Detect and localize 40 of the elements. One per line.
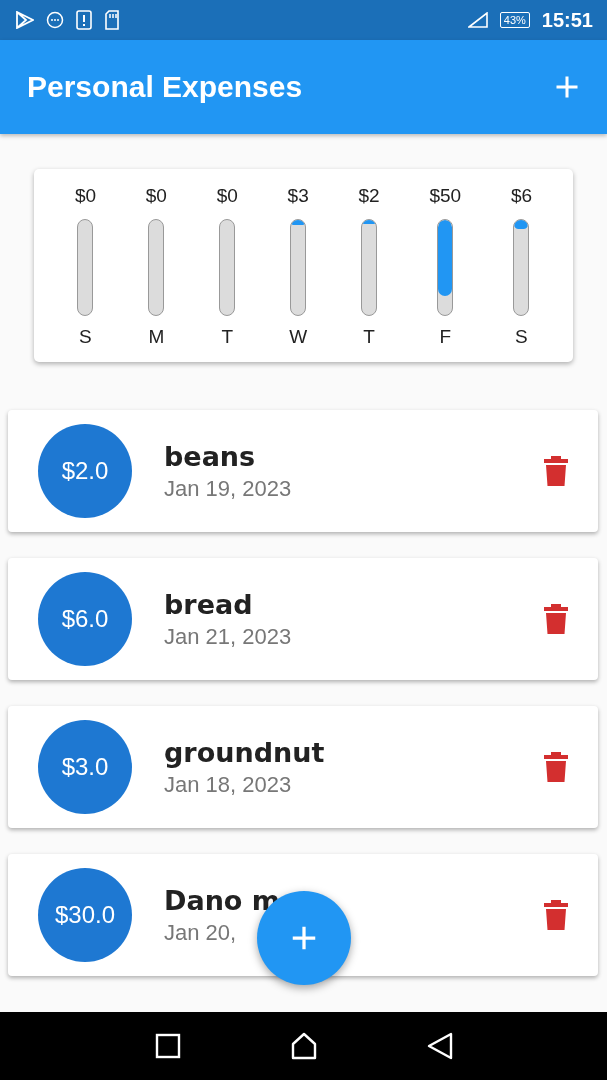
bar-amount: $0 xyxy=(216,185,238,208)
play-store-icon xyxy=(16,11,34,29)
back-icon[interactable] xyxy=(426,1032,453,1060)
sd-card-icon xyxy=(104,10,120,30)
battery-indicator: 43% xyxy=(499,12,530,28)
day-label: T xyxy=(221,326,234,348)
expense-title: beans xyxy=(164,440,256,472)
bar-amount: $6 xyxy=(510,185,532,208)
expense-title: bread xyxy=(164,588,253,620)
bar-amount: $50 xyxy=(429,185,462,208)
bar-amount: $0 xyxy=(74,185,96,208)
amount-avatar: $2.0 xyxy=(38,424,132,518)
day-label: T xyxy=(363,326,375,348)
expense-date: Jan 18, 2023 xyxy=(164,771,292,798)
bar-amount: $2 xyxy=(358,185,380,208)
bar-amount: $0 xyxy=(145,185,167,208)
expense-date: Jan 20, xyxy=(164,919,237,946)
expense-title: groundnut xyxy=(164,736,325,768)
expense-date: Jan 21, 2023 xyxy=(164,623,292,650)
recents-icon[interactable] xyxy=(154,1033,181,1059)
day-label: S xyxy=(515,326,528,348)
amount-avatar: $30.0 xyxy=(38,868,132,962)
day-label: F xyxy=(439,326,452,348)
day-label: S xyxy=(79,326,92,348)
day-label: M xyxy=(148,326,165,348)
trash-icon[interactable] xyxy=(544,899,568,931)
chat-icon xyxy=(46,11,64,29)
app-title: Personal Expenses xyxy=(27,70,304,104)
trash-icon[interactable] xyxy=(544,751,568,783)
trash-icon[interactable] xyxy=(544,603,568,635)
expense-date: Jan 19, 2023 xyxy=(164,475,292,502)
signal-icon xyxy=(467,12,488,28)
alert-icon xyxy=(76,10,92,30)
trash-icon[interactable] xyxy=(544,455,568,487)
home-icon[interactable] xyxy=(289,1032,318,1060)
day-label: W xyxy=(289,326,308,348)
clock: 15:51 xyxy=(541,8,593,32)
amount-avatar: $6.0 xyxy=(38,572,132,666)
bar-amount: $3 xyxy=(287,185,309,208)
amount-avatar: $3.0 xyxy=(38,720,132,814)
